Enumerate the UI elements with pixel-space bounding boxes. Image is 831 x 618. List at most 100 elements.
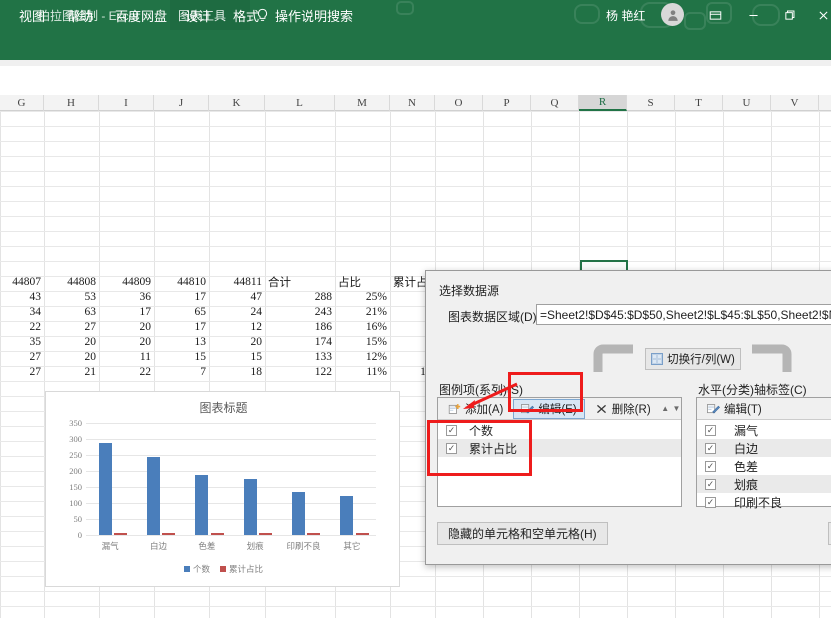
sheet-cell[interactable]: 43 [0, 290, 44, 304]
legend-move-up-button[interactable]: ▲ [661, 399, 670, 419]
sheet-cell[interactable]: 20 [99, 335, 154, 349]
category-item-row[interactable]: ✓ 白边 [697, 439, 831, 457]
column-header-R[interactable]: R [579, 95, 627, 111]
sheet-cell[interactable]: 36 [99, 290, 154, 304]
sheet-cell[interactable]: 44807 [0, 275, 44, 289]
sheet-cell[interactable]: 21% [335, 305, 390, 319]
column-header-M[interactable]: M [335, 95, 390, 111]
sheet-cell[interactable]: 35 [0, 335, 44, 349]
sheet-cell[interactable]: 44811 [209, 275, 265, 289]
chart-bar[interactable] [146, 457, 160, 535]
sheet-cell[interactable]: 65 [154, 305, 209, 319]
chart-legend-item[interactable]: 个数 [183, 563, 210, 575]
legend-remove-button[interactable]: 删除(R) [587, 399, 659, 419]
tell-me-search[interactable]: 操作说明搜索 [256, 0, 353, 30]
checkbox-icon[interactable]: ✓ [705, 460, 716, 472]
chart-bar[interactable] [98, 442, 112, 535]
sheet-cell[interactable]: 44808 [44, 275, 99, 289]
sheet-cell[interactable]: 47 [209, 290, 265, 304]
column-header-V[interactable]: V [771, 95, 819, 111]
sheet-cell[interactable]: 288 [265, 290, 335, 304]
sheet-cell[interactable]: 53 [44, 290, 99, 304]
chart-bar[interactable] [243, 479, 257, 535]
chart-secondary-marker[interactable] [114, 533, 128, 535]
ribbon-tab-1[interactable]: 帮助 [60, 0, 100, 30]
sheet-cell[interactable]: 25% [335, 290, 390, 304]
ribbon-display-options-icon[interactable] [704, 4, 726, 26]
sheet-cell[interactable]: 133 [265, 350, 335, 364]
sheet-cell[interactable]: 22 [0, 320, 44, 334]
column-header-T[interactable]: T [675, 95, 723, 111]
ribbon-tab-2[interactable]: 百度网盘 [108, 0, 174, 30]
sheet-cell[interactable]: 12% [335, 350, 390, 364]
column-header-J[interactable]: J [154, 95, 209, 111]
category-item-row[interactable]: ✓ 漏气 [697, 421, 831, 439]
sheet-cell[interactable]: 24 [209, 305, 265, 319]
avatar[interactable] [661, 3, 684, 26]
column-header-I[interactable]: I [99, 95, 154, 111]
sheet-cell[interactable]: 20 [99, 320, 154, 334]
sheet-cell[interactable]: 11 [99, 350, 154, 364]
sheet-cell[interactable]: 22 [99, 365, 154, 379]
sheet-cell[interactable]: 44809 [99, 275, 154, 289]
minimize-icon[interactable] [742, 4, 764, 26]
sheet-cell[interactable]: 27 [0, 350, 44, 364]
sheet-cell[interactable]: 合计 [265, 275, 335, 289]
hidden-empty-cells-button[interactable]: 隐藏的单元格和空单元格(H) [437, 522, 608, 545]
chart-bar[interactable] [195, 475, 209, 535]
column-header-U[interactable]: U [723, 95, 771, 111]
column-header-S[interactable]: S [627, 95, 675, 111]
legend-move-down-button[interactable]: ▼ [672, 399, 681, 419]
sheet-cell[interactable]: 占比 [335, 275, 390, 289]
checkbox-icon[interactable]: ✓ [705, 496, 716, 508]
column-header-Q[interactable]: Q [531, 95, 579, 111]
sheet-cell[interactable]: 7 [154, 365, 209, 379]
sheet-cell[interactable]: 174 [265, 335, 335, 349]
sheet-cell[interactable]: 20 [44, 350, 99, 364]
close-icon[interactable] [812, 4, 831, 26]
embedded-chart[interactable]: 图表标题 350 300 250 200 150 100 50 0 漏气 白边 色差 划痕 印刷不良 其… [45, 391, 400, 587]
sheet-cell[interactable]: 186 [265, 320, 335, 334]
sheet-cell[interactable]: 12 [209, 320, 265, 334]
ribbon-tab-3[interactable]: 设计 [178, 0, 218, 30]
chart-bar[interactable] [291, 492, 305, 535]
chart-legend-item[interactable]: 累计占比 [220, 563, 263, 575]
sheet-cell[interactable]: 15% [335, 335, 390, 349]
category-edit-button[interactable]: 编辑(T) [699, 399, 770, 419]
sheet-cell[interactable]: 20 [209, 335, 265, 349]
chart-data-range-input[interactable]: =Sheet2!$D$45:$D$50,Sheet2!$L$45:$L$50,S… [536, 304, 831, 325]
category-item-row[interactable]: ✓ 印刷不良 [697, 493, 831, 511]
user-account-name[interactable]: 杨 艳红 [606, 7, 645, 24]
column-header-H[interactable]: H [44, 95, 99, 111]
switch-row-column-button[interactable]: 切换行/列(W) [645, 348, 741, 370]
chart-bar[interactable] [340, 495, 354, 535]
sheet-cell[interactable]: 27 [44, 320, 99, 334]
sheet-cell[interactable]: 17 [99, 305, 154, 319]
category-item-row[interactable]: ✓ 色差 [697, 457, 831, 475]
sheet-cell[interactable]: 243 [265, 305, 335, 319]
sheet-cell[interactable]: 15 [154, 350, 209, 364]
sheet-cell[interactable]: 11% [335, 365, 390, 379]
column-header-P[interactable]: P [483, 95, 531, 111]
sheet-cell[interactable]: 18 [209, 365, 265, 379]
sheet-cell[interactable]: 27 [0, 365, 44, 379]
category-item-row[interactable]: ✓ 划痕 [697, 475, 831, 493]
sheet-cell[interactable]: 44810 [154, 275, 209, 289]
chart-secondary-marker[interactable] [259, 533, 273, 535]
sheet-cell[interactable]: 20 [44, 335, 99, 349]
sheet-cell[interactable]: 17 [154, 290, 209, 304]
checkbox-icon[interactable]: ✓ [705, 442, 716, 454]
column-header-O[interactable]: O [435, 95, 483, 111]
sheet-cell[interactable]: 15 [209, 350, 265, 364]
column-header-N[interactable]: N [390, 95, 435, 111]
checkbox-icon[interactable]: ✓ [705, 424, 716, 436]
column-header-W[interactable]: W [819, 95, 831, 111]
sheet-cell[interactable]: 13 [154, 335, 209, 349]
column-header-L[interactable]: L [265, 95, 335, 111]
sheet-cell[interactable]: 63 [44, 305, 99, 319]
sheet-cell[interactable]: 34 [0, 305, 44, 319]
column-header-K[interactable]: K [209, 95, 265, 111]
chart-secondary-marker[interactable] [162, 533, 176, 535]
checkbox-icon[interactable]: ✓ [705, 478, 716, 490]
chart-secondary-marker[interactable] [307, 533, 321, 535]
